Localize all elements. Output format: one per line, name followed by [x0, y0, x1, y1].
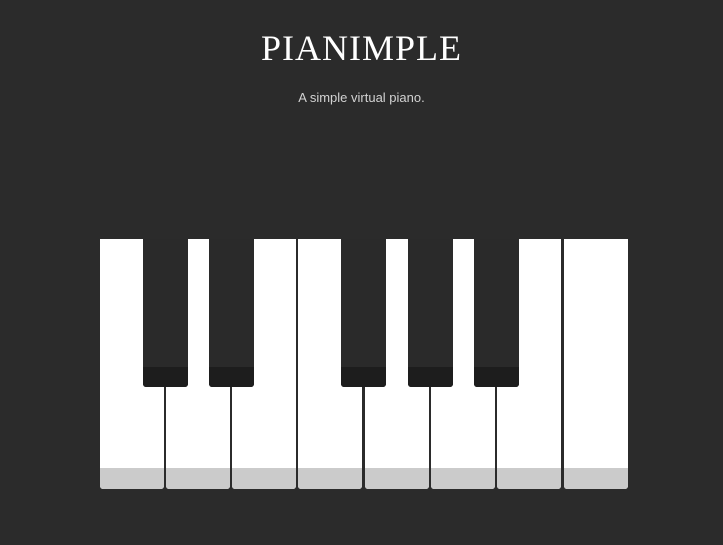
piano-keyboard [100, 239, 629, 490]
key-shade [564, 468, 628, 489]
key-shade [341, 367, 386, 387]
white-key-c-high[interactable] [564, 239, 628, 489]
key-shade [209, 367, 254, 387]
key-shade [408, 367, 453, 387]
page-title: PIANIMPLE [260, 28, 462, 68]
page-subtitle: A simple virtual piano. [298, 90, 425, 105]
key-shade [474, 367, 519, 387]
key-shade [431, 468, 495, 489]
key-shade [143, 367, 188, 387]
black-key-g-sharp[interactable] [408, 239, 453, 387]
key-shade [298, 468, 362, 489]
key-shade [497, 468, 561, 489]
black-key-a-sharp[interactable] [474, 239, 519, 387]
key-shade [166, 468, 230, 489]
black-key-f-sharp[interactable] [341, 239, 386, 387]
key-shade [100, 468, 164, 489]
key-shade [232, 468, 296, 489]
key-shade [365, 468, 429, 489]
black-key-c-sharp[interactable] [143, 239, 188, 387]
black-key-d-sharp[interactable] [209, 239, 254, 387]
